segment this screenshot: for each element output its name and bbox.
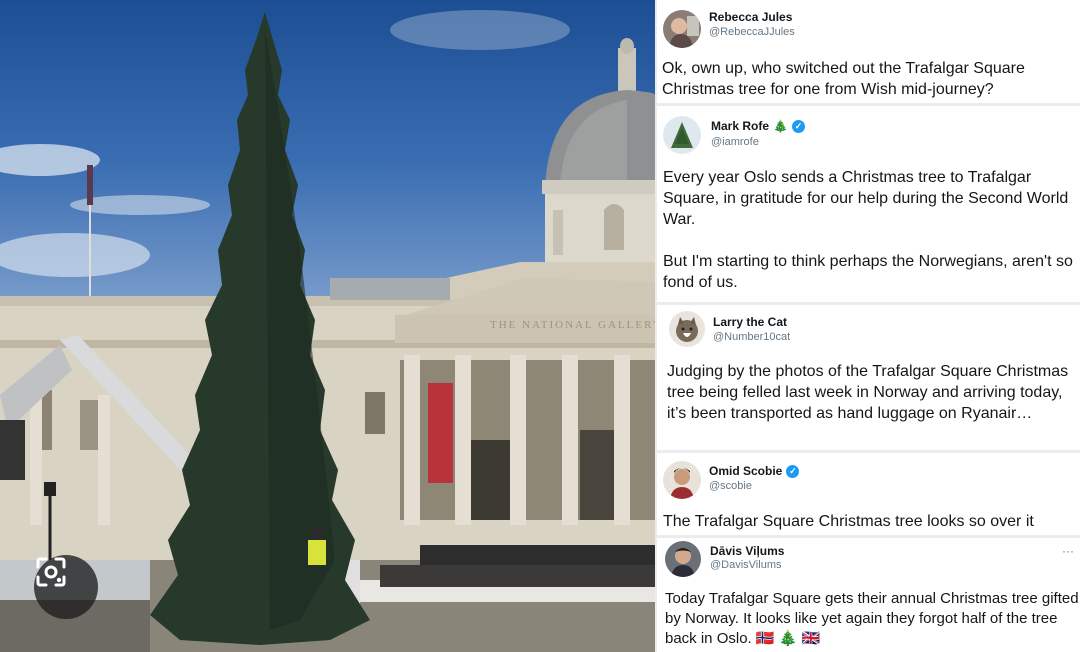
avatar[interactable] — [663, 116, 701, 154]
tweet-larry-the-cat[interactable]: Larry the Cat @Number10cat Judging by th… — [657, 305, 1080, 450]
display-name-text: Larry the Cat — [713, 315, 788, 329]
tweet-text: Every year Oslo sends a Christmas tree t… — [663, 169, 1073, 291]
display-name[interactable]: Mark Rofe 🎄 ✓ — [711, 119, 805, 133]
avatar[interactable] — [669, 311, 705, 347]
tweet-davis-vilums[interactable]: Dāvis Viļums @DavisVilums ··· Today Traf… — [657, 538, 1080, 652]
tweet-rebecca-jules[interactable]: Rebecca Jules @RebeccaJJules Ok, own up,… — [657, 0, 1080, 103]
tweet-text: Judging by the photos of the Trafalgar S… — [667, 363, 1069, 422]
user-handle[interactable]: @Number10cat — [713, 331, 790, 343]
tweet-text: The Trafalgar Square Christmas tree look… — [663, 513, 1034, 530]
worker — [308, 540, 326, 565]
display-name[interactable]: Omid Scobie ✓ — [709, 464, 800, 478]
cloud — [0, 144, 100, 176]
tweet-text: Today Trafalgar Square gets their annual… — [665, 590, 1079, 647]
avatar[interactable] — [663, 10, 701, 48]
tweet-mark-rofe[interactable]: Mark Rofe 🎄 ✓ @iamrofe Every year Oslo s… — [657, 106, 1080, 302]
image-search-icon — [36, 557, 66, 587]
pediment-lettering: THE NATIONAL GALLERY — [490, 319, 655, 331]
user-handle[interactable]: @iamrofe — [711, 136, 759, 148]
photo-scene: THE NATIONAL GALLERY — [0, 10, 655, 652]
display-name[interactable]: Larry the Cat — [713, 315, 787, 329]
tweets-collage: Rebecca Jules @RebeccaJJules Ok, own up,… — [655, 0, 1080, 652]
image-search-button[interactable] — [34, 555, 98, 619]
display-name-text: Mark Rofe — [711, 119, 770, 133]
display-name-text: Omid Scobie — [709, 464, 783, 478]
display-name-text: Rebecca Jules — [709, 10, 793, 24]
flag — [87, 165, 93, 205]
gallery-banner — [428, 383, 453, 483]
verified-badge-icon: ✓ — [791, 119, 805, 133]
user-handle[interactable]: @scobie — [709, 480, 752, 492]
trafalgar-square-photo: THE NATIONAL GALLERY — [0, 0, 655, 652]
verified-badge-icon: ✓ — [786, 464, 800, 478]
display-name-text: Dāvis Viļums — [710, 544, 785, 558]
gallery-dome — [542, 38, 655, 264]
display-name[interactable]: Dāvis Viļums — [710, 544, 784, 558]
user-handle[interactable]: @RebeccaJJules — [709, 26, 795, 38]
crowd — [380, 565, 655, 587]
avatar[interactable] — [665, 541, 701, 577]
tweet-text: Ok, own up, who switched out the Trafalg… — [662, 60, 1025, 98]
more-options-icon[interactable]: ··· — [1062, 544, 1074, 558]
avatar[interactable] — [663, 461, 701, 499]
cloud — [0, 233, 150, 277]
user-handle[interactable]: @DavisVilums — [710, 559, 781, 571]
worker-head — [311, 527, 323, 539]
lamp — [44, 482, 56, 496]
tweet-omid-scobie[interactable]: Omid Scobie ✓ @scobie The Trafalgar Squa… — [657, 453, 1080, 535]
display-name[interactable]: Rebecca Jules — [709, 10, 792, 24]
cloud — [390, 10, 570, 50]
tree-emoji-icon: 🎄 — [773, 119, 788, 133]
